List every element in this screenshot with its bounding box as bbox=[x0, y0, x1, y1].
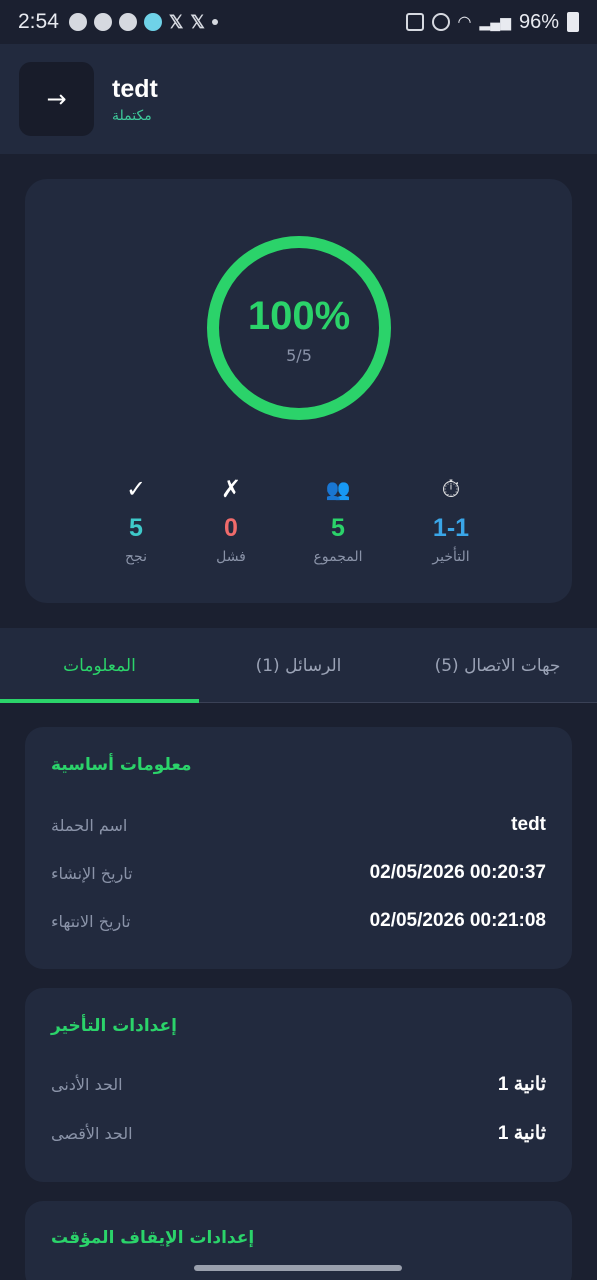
progress-percent: 100% bbox=[247, 294, 351, 338]
info-row-campaign-name: اسم الحملة tedt bbox=[51, 810, 546, 840]
wifi-icon: ◠ bbox=[457, 14, 472, 31]
tab-messages[interactable]: الرسائل (1) bbox=[199, 628, 398, 703]
delay-value: 1 ثانية bbox=[497, 1122, 546, 1144]
info-row-ended: تاريخ الانتهاء 02/05/2026 00:21:08 bbox=[51, 906, 546, 936]
x-icon: 𝕏 bbox=[168, 11, 184, 32]
x-icon: 𝕏 bbox=[190, 11, 205, 32]
group-icon: 👥 bbox=[325, 477, 351, 501]
status-bar: 2:54 𝕏 𝕏 ◠ ▂▄▆ 96% bbox=[0, 0, 597, 44]
stat-failed-label: فشل bbox=[216, 549, 246, 565]
system-icons: ◠ ▂▄▆ 96% bbox=[405, 10, 579, 34]
stat-total-value: 5 bbox=[331, 514, 345, 542]
notification-icons: 𝕏 𝕏 bbox=[68, 11, 218, 33]
delay-settings-title: إعدادات التأخير bbox=[51, 1016, 177, 1036]
basic-info-section: معلومات أساسية اسم الحملة tedt تاريخ الإ… bbox=[25, 727, 572, 969]
stat-failed-value: 0 bbox=[224, 514, 238, 542]
progress-fraction: 5/5 bbox=[286, 346, 312, 365]
alarm-icon bbox=[431, 13, 450, 31]
info-label: تاريخ الانتهاء bbox=[51, 911, 131, 931]
telegram-icon bbox=[68, 13, 87, 31]
stat-delay-label: التأخير bbox=[432, 549, 470, 565]
info-label: اسم الحملة bbox=[51, 815, 128, 835]
back-button[interactable]: → bbox=[19, 62, 94, 136]
info-value: 02/05/2026 00:20:37 bbox=[369, 862, 546, 883]
delay-settings-section: إعدادات التأخير الحد الأدنى 1 ثانية الحد… bbox=[25, 988, 572, 1182]
delay-label: الحد الأقصى bbox=[51, 1123, 133, 1143]
stat-failed: ✗ 0 فشل bbox=[171, 474, 291, 565]
delay-row-max: الحد الأقصى 1 ثانية bbox=[51, 1118, 546, 1148]
info-label: تاريخ الإنشاء bbox=[51, 863, 133, 883]
info-value: tedt bbox=[511, 814, 546, 835]
info-value: 02/05/2026 00:21:08 bbox=[369, 910, 546, 931]
facebook-icon bbox=[118, 13, 137, 31]
cross-icon: ✗ bbox=[220, 475, 242, 503]
facebook-icon bbox=[93, 13, 112, 31]
more-notifications-icon bbox=[211, 19, 218, 25]
home-indicator[interactable] bbox=[194, 1265, 402, 1271]
stopwatch-icon: ⏱ bbox=[441, 475, 461, 503]
basic-info-title: معلومات أساسية bbox=[51, 755, 192, 775]
stat-delay: ⏱ 1-1 التأخير bbox=[391, 474, 511, 565]
title-block: tedt مكتملة bbox=[112, 75, 158, 124]
info-row-created: تاريخ الإنشاء 02/05/2026 00:20:37 bbox=[51, 858, 546, 888]
status-time: 2:54 bbox=[18, 10, 59, 33]
progress-ring: 100% 5/5 bbox=[205, 234, 393, 422]
pause-settings-title: إعدادات الإيقاف المؤقت bbox=[51, 1228, 255, 1248]
nfc-icon bbox=[405, 13, 424, 31]
stats-row: ✓ 5 نجح ✗ 0 فشل 👥 5 المجموع ⏱ 1-1 التأخي… bbox=[25, 474, 572, 574]
tab-bar: المعلومات الرسائل (1) جهات الاتصال (5) bbox=[0, 628, 597, 703]
signal-icon: ▂▄▆ bbox=[479, 13, 511, 30]
progress-card: 100% 5/5 ✓ 5 نجح ✗ 0 فشل 👥 5 المجموع ⏱ 1… bbox=[25, 179, 572, 603]
app-icon bbox=[143, 13, 162, 31]
stat-total: 👥 5 المجموع bbox=[278, 474, 398, 565]
tab-info[interactable]: المعلومات bbox=[0, 628, 199, 703]
app-header: → tedt مكتملة bbox=[0, 44, 597, 154]
active-tab-indicator bbox=[0, 699, 199, 703]
tab-contacts[interactable]: جهات الاتصال (5) bbox=[398, 628, 597, 703]
arrow-right-icon: → bbox=[46, 85, 67, 113]
delay-label: الحد الأدنى bbox=[51, 1074, 123, 1094]
stat-total-label: المجموع bbox=[313, 549, 363, 565]
delay-row-min: الحد الأدنى 1 ثانية bbox=[51, 1069, 546, 1099]
campaign-title: tedt bbox=[112, 74, 158, 103]
campaign-status: مكتملة bbox=[112, 107, 152, 124]
delay-value: 1 ثانية bbox=[497, 1073, 546, 1095]
battery-icon bbox=[567, 12, 579, 32]
battery-percent: 96% bbox=[518, 10, 559, 33]
stat-delay-value: 1-1 bbox=[432, 514, 470, 542]
